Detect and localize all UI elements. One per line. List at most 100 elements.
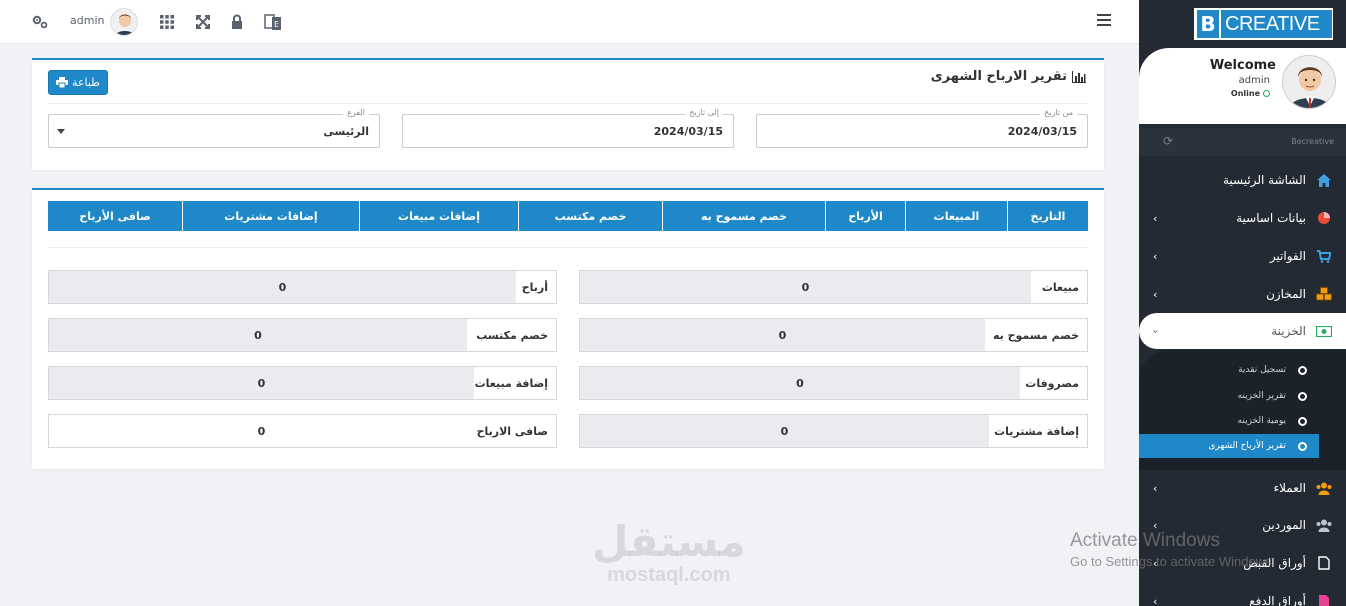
column-header[interactable]: الأرباح — [825, 201, 905, 231]
avatar[interactable] — [110, 8, 138, 36]
menu-icon[interactable] — [1097, 14, 1111, 29]
stat-label: مبيعات — [1031, 271, 1087, 303]
watermark-line2: Go to Settings to activate Windows. — [1070, 554, 1276, 569]
status-badge: Online — [1231, 89, 1270, 98]
money-icon — [1316, 323, 1332, 339]
stat-label: إضافة مشتريات — [989, 415, 1087, 447]
language-icon[interactable]: E — [263, 12, 283, 32]
logo[interactable]: B CREATIVE — [1194, 8, 1333, 40]
submenu-item-label: تسجيل نقدية — [1238, 365, 1286, 375]
stat-allowed-discount: خصم مسموح به 0 — [579, 318, 1088, 352]
chevron-left-icon: ‹ — [1153, 481, 1158, 495]
users-icon — [1316, 480, 1332, 496]
submenu-item-label: يومية الخزينه — [1237, 416, 1286, 426]
sidebar-item-label: الشاشة الرئيسية — [1223, 173, 1306, 187]
stat-value: 0 — [254, 328, 262, 342]
circle-icon — [1298, 441, 1307, 451]
report-card: التاريخ المبيعات الأرباح خصم مسموح به خص… — [32, 188, 1104, 469]
divider — [48, 103, 1088, 104]
from-date-label: من تاريخ — [1040, 108, 1077, 117]
chevron-left-icon: ‹ — [1153, 249, 1158, 263]
sidebar: B CREATIVE Welcome admin Online ⟳ Becrea… — [1139, 0, 1346, 606]
sidebar-item-payments[interactable]: أوراق الدفع ‹ — [1139, 582, 1346, 606]
welcome-text: Welcome — [1209, 58, 1276, 73]
stat-label: خصم مسموح به — [985, 319, 1087, 351]
stat-value: 0 — [780, 424, 789, 438]
divider — [48, 247, 1088, 248]
circle-icon — [1298, 416, 1307, 426]
sidebar-item-label: أوراق الدفع — [1249, 594, 1306, 606]
column-header[interactable]: خصم مسموح به — [662, 201, 825, 231]
sidebar-search[interactable]: ⟳ Becreative — [1139, 128, 1346, 156]
stat-value: 0 — [801, 280, 810, 294]
watermark-arabic: مستقل — [592, 517, 746, 566]
file-icon — [1316, 555, 1332, 571]
activate-windows-watermark: Activate Windows Go to Settings to activ… — [1070, 530, 1275, 569]
sidebar-item-label: العملاء — [1273, 481, 1306, 495]
page-title: تقرير الارباح الشهرى — [931, 69, 1086, 84]
sidebar-item-customers[interactable]: العملاء ‹ — [1139, 469, 1346, 507]
stat-value: 0 — [796, 376, 804, 390]
column-header[interactable]: إضافات مبيعات — [359, 201, 518, 231]
pie-chart-icon — [1316, 210, 1332, 226]
branch-select[interactable]: الفرع الرئيسى — [48, 108, 380, 148]
mostaql-watermark: مستقل mostaql.com — [592, 520, 746, 587]
stat-profits: أرباح 0 — [48, 270, 557, 304]
chevron-down-icon — [57, 129, 65, 134]
to-date-value: 2024/03/15 — [653, 125, 723, 138]
filter-card: تقرير الارباح الشهرى طباعة من تاريخ 2024… — [32, 58, 1104, 170]
sidebar-item-warehouses[interactable]: المخازن ‹ — [1139, 275, 1346, 313]
settings-icon[interactable] — [30, 12, 50, 32]
fullscreen-icon[interactable] — [193, 12, 213, 32]
column-header[interactable]: إضافات مشتريات — [182, 201, 359, 231]
stat-label: مصروفات — [1020, 367, 1087, 399]
submenu-item-treasury-journal[interactable]: يومية الخزينه — [1139, 409, 1319, 433]
stat-value: 0 — [778, 328, 787, 342]
column-header[interactable]: التاريخ — [1007, 201, 1088, 231]
stat-label: خصم مكتسب — [467, 319, 556, 351]
online-dot-icon — [1263, 90, 1270, 97]
sidebar-item-invoices[interactable]: الفواتير ‹ — [1139, 237, 1346, 275]
column-header[interactable]: المبيعات — [905, 201, 1007, 231]
chevron-left-icon: ‹ — [1153, 211, 1158, 225]
refresh-icon[interactable]: ⟳ — [1163, 134, 1173, 148]
stat-label: صافى الارباح — [474, 415, 556, 447]
from-date-input[interactable]: من تاريخ 2024/03/15 — [756, 108, 1088, 148]
topbar-username[interactable]: admin — [70, 14, 104, 27]
report-title-text: تقرير الارباح الشهرى — [930, 69, 1067, 84]
stat-label: إضافة مبيعات — [474, 367, 556, 399]
submenu-item-treasury-report[interactable]: تقرير الخزينه — [1139, 384, 1319, 408]
circle-icon — [1298, 391, 1307, 401]
submenu-item-monthly-profit-report[interactable]: تقرير الأرباح الشهرى — [1139, 434, 1319, 458]
print-button[interactable]: طباعة — [48, 70, 108, 95]
stat-expenses: مصروفات 0 — [579, 366, 1088, 400]
stat-earned-discount: خصم مكتسب 0 — [48, 318, 557, 352]
cubes-icon — [1316, 286, 1332, 302]
logo-text: CREATIVE — [1221, 10, 1332, 38]
printer-icon — [56, 77, 69, 88]
lock-icon[interactable] — [227, 12, 247, 32]
cart-icon — [1316, 248, 1332, 264]
submenu-item-label: تقرير الأرباح الشهرى — [1208, 441, 1286, 451]
svg-text:E: E — [274, 20, 279, 29]
profile-username: admin — [1238, 75, 1270, 86]
sidebar-item-label: الخزينة — [1271, 324, 1306, 338]
brand-label: Becreative — [1291, 137, 1334, 146]
column-header[interactable]: صافى الأرباح — [48, 201, 182, 231]
branch-value: الرئيسى — [323, 125, 369, 138]
sidebar-item-basic-data[interactable]: بيانات اساسية ‹ — [1139, 199, 1346, 237]
to-date-input[interactable]: إلى تاريخ 2024/03/15 — [402, 108, 734, 148]
sidebar-item-home[interactable]: الشاشة الرئيسية — [1139, 161, 1346, 199]
profile-avatar[interactable] — [1282, 55, 1336, 109]
sidebar-item-treasury[interactable]: الخزينة ‹ — [1139, 313, 1346, 349]
circle-icon — [1298, 365, 1307, 375]
chevron-left-icon: ‹ — [1153, 594, 1158, 606]
column-header[interactable]: خصم مكتسب — [518, 201, 662, 231]
home-icon — [1316, 172, 1332, 188]
apps-grid-icon[interactable] — [157, 12, 177, 32]
from-date-value: 2024/03/15 — [1007, 125, 1077, 138]
submenu-item-cash-register[interactable]: تسجيل نقدية — [1139, 358, 1319, 382]
chevron-down-icon: ‹ — [1148, 328, 1162, 334]
branch-label: الفرع — [343, 108, 369, 117]
stat-value: 0 — [257, 424, 266, 438]
